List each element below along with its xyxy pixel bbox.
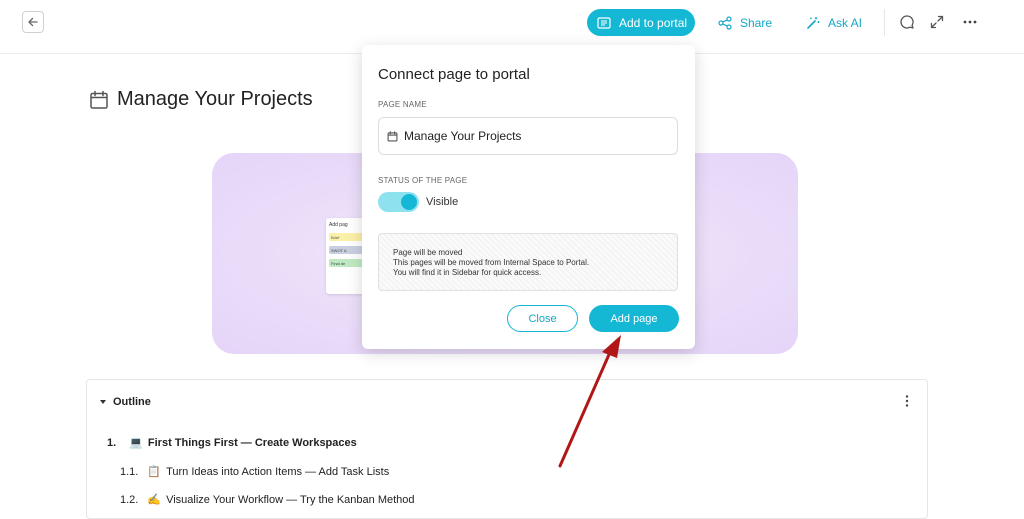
outline-panel: Outline 1. 💻 First Things First — Create… xyxy=(86,379,928,519)
outline-header[interactable]: Outline xyxy=(99,396,151,408)
share-button[interactable]: Share xyxy=(718,14,772,32)
laptop-emoji-icon: 💻 xyxy=(129,437,143,449)
comment-button[interactable] xyxy=(899,14,915,35)
outline-item[interactable]: 1.2. ✍️ Visualize Your Workflow — Try th… xyxy=(120,493,415,507)
more-vertical-icon xyxy=(905,395,909,407)
add-to-portal-label: Add to portal xyxy=(619,15,688,30)
page-name-label: PAGE NAME xyxy=(378,100,427,109)
more-options-button[interactable] xyxy=(962,14,978,35)
close-button[interactable]: Close xyxy=(507,305,578,332)
cover-preview-card: Add pag Brief SWOT A Final de xyxy=(326,218,366,294)
add-page-button[interactable]: Add page xyxy=(589,305,679,332)
comment-icon xyxy=(900,15,914,29)
info-line: This pages will be moved from Internal S… xyxy=(393,258,590,267)
outline-item-number: 1. xyxy=(107,436,117,449)
page-title: Manage Your Projects xyxy=(89,88,313,111)
magic-wand-icon xyxy=(807,17,820,29)
share-icon xyxy=(718,16,732,30)
info-line: Page will be moved xyxy=(393,248,463,257)
dialog-title: Connect page to portal xyxy=(378,66,530,83)
outline-item-text: Turn Ideas into Action Items — Add Task … xyxy=(166,465,390,478)
outline-heading: Outline xyxy=(113,396,151,408)
cover-preview-chip: Final de xyxy=(329,259,363,267)
outline-item[interactable]: 1.1. 📋 Turn Ideas into Action Items — Ad… xyxy=(120,465,390,479)
outline-item-number: 1.1. xyxy=(120,465,139,478)
toolbar-divider xyxy=(884,9,885,36)
expand-button[interactable] xyxy=(929,14,945,35)
cover-preview-chip: Brief xyxy=(329,233,363,241)
portal-icon xyxy=(597,16,611,29)
calendar-icon xyxy=(90,90,108,109)
outline-item[interactable]: 1. 💻 First Things First — Create Workspa… xyxy=(107,436,357,450)
outline-more-button[interactable] xyxy=(901,394,913,413)
connect-portal-dialog: Connect page to portal PAGE NAME Manage … xyxy=(362,45,695,349)
page-title-text: Manage Your Projects xyxy=(117,88,313,110)
info-line: You will find it in Sidebar for quick ac… xyxy=(393,268,542,277)
page-name-field[interactable]: Manage Your Projects xyxy=(378,117,678,155)
outline-item-text: First Things First — Create Workspaces xyxy=(147,436,357,449)
calendar-icon xyxy=(387,130,398,141)
caret-down-icon xyxy=(100,400,106,404)
outline-item-text: Visualize Your Workflow — Try the Kanban… xyxy=(166,493,415,506)
share-label: Share xyxy=(740,16,773,30)
add-to-portal-button[interactable]: Add to portal xyxy=(587,9,695,36)
more-horizontal-icon xyxy=(963,20,977,24)
status-label: STATUS OF THE PAGE xyxy=(378,176,468,185)
outline-item-number: 1.2. xyxy=(120,493,139,506)
visibility-toggle[interactable] xyxy=(378,192,419,212)
back-button[interactable] xyxy=(22,11,44,33)
page-name-value: Manage Your Projects xyxy=(404,129,522,143)
clipboard-emoji-icon: 📋 xyxy=(147,466,162,478)
ask-ai-label: Ask AI xyxy=(828,16,863,30)
visibility-label: Visible xyxy=(426,196,459,208)
info-notice: Page will be moved This pages will be mo… xyxy=(378,233,678,291)
writing-hand-emoji-icon: ✍️ xyxy=(147,494,162,506)
expand-icon xyxy=(930,15,944,29)
cover-preview-chip: SWOT A xyxy=(329,246,363,254)
arrow-left-icon xyxy=(28,17,38,27)
ask-ai-button[interactable]: Ask AI xyxy=(806,14,862,32)
toggle-knob xyxy=(401,194,417,210)
cover-preview-title: Add pag xyxy=(329,222,348,228)
